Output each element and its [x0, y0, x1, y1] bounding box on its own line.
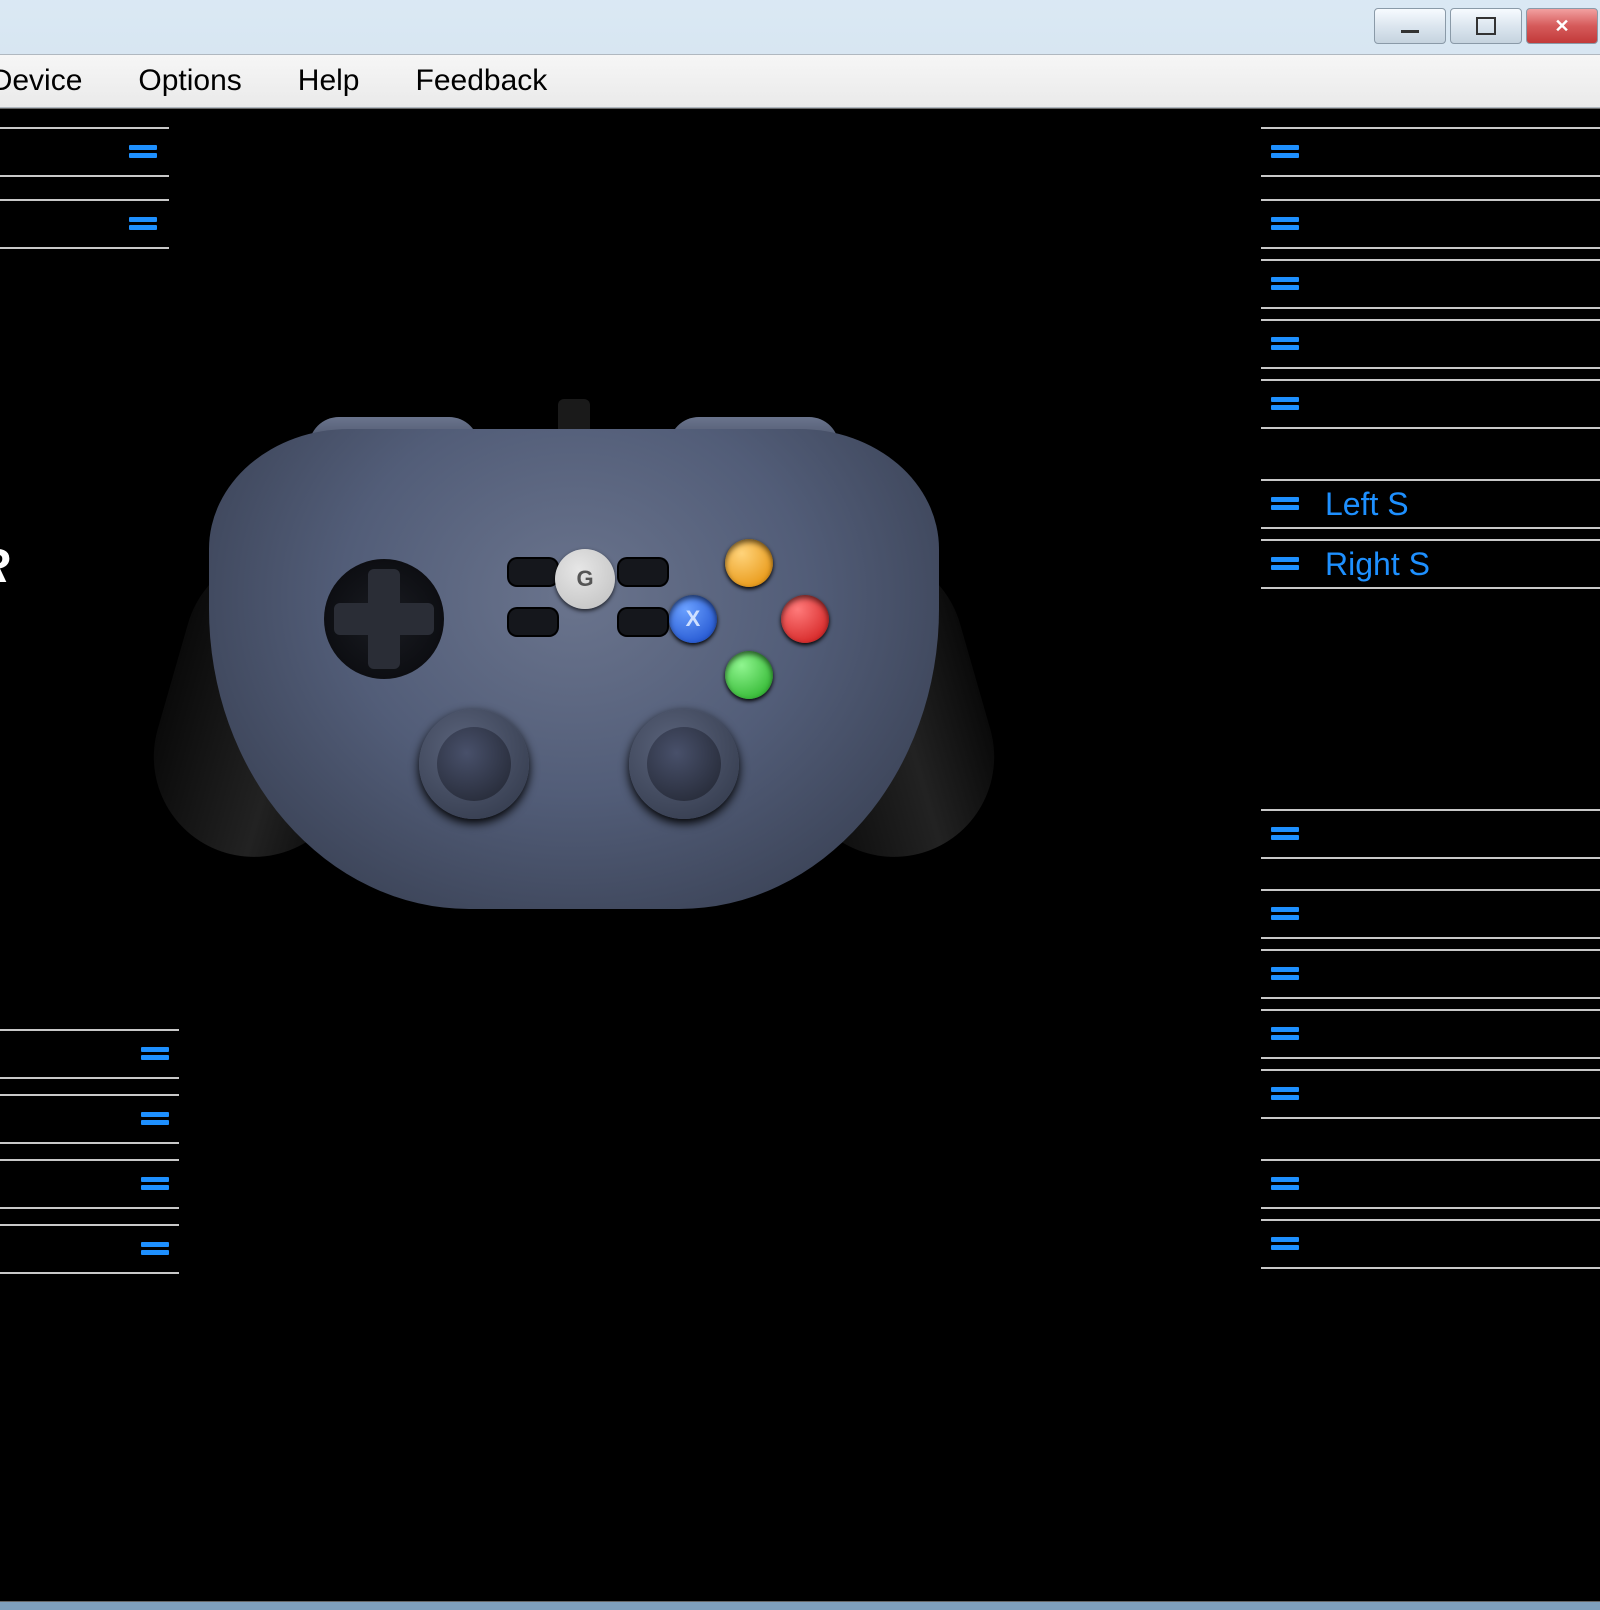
marker-icon [141, 1242, 169, 1256]
marker-icon [1271, 967, 1299, 981]
gamepad-a-button [725, 651, 773, 699]
client-area: Device Game Left S Right S X-Axis Y-Axis… [0, 108, 1600, 1602]
marker-icon [1271, 337, 1299, 351]
right-b-row-4[interactable] [1261, 1009, 1600, 1059]
marker-icon [1271, 1087, 1299, 1101]
window-controls [1374, 8, 1598, 44]
right-row-left-shoulder[interactable]: Left S [1261, 479, 1600, 529]
marker-icon [1271, 397, 1299, 411]
titlebar: Profiler [0, 0, 1600, 54]
right-shoulder-label: Right S [1305, 546, 1430, 583]
menu-feedback[interactable]: Feedback [402, 60, 562, 102]
gamepad-back-button [509, 559, 557, 585]
axis-row-right-x[interactable]: X-Axis [0, 1159, 179, 1209]
select-device-row[interactable]: Device [0, 127, 169, 177]
app-window: Profiler Edit Device Options Help Feedba… [0, 0, 1600, 1610]
menu-device[interactable]: Device [0, 60, 96, 102]
gamepad-left-stick [419, 709, 529, 819]
marker-icon [141, 1177, 169, 1191]
marker-icon [1271, 827, 1299, 841]
gamepad-face-buttons: X [669, 539, 829, 699]
marker-icon [1271, 145, 1299, 159]
marker-icon [1271, 1237, 1299, 1251]
gamepad-vibration-button [619, 609, 667, 635]
marker-icon [1271, 217, 1299, 231]
gamepad-home-button: G [555, 549, 615, 609]
marker-icon [1271, 1027, 1299, 1041]
marker-icon [1271, 497, 1299, 511]
profiler-word: FILER [0, 539, 179, 594]
right-b-row-2[interactable] [1261, 889, 1600, 939]
right-b-row-7[interactable] [1261, 1219, 1600, 1269]
gamepad-x-button: X [669, 595, 717, 643]
dropdown-icon [129, 145, 157, 159]
right-row-5[interactable] [1261, 379, 1600, 429]
gamepad-b-button [781, 595, 829, 643]
right-row-1[interactable] [1261, 127, 1600, 177]
dropdown-icon [129, 217, 157, 231]
gamepad-start-button [619, 559, 667, 585]
axis-row-left-y[interactable]: Y-Axis [0, 1094, 179, 1144]
gamepad-y-button [725, 539, 773, 587]
marker-icon [1271, 277, 1299, 291]
select-game-row[interactable]: Game [0, 199, 169, 249]
axis-row-left-x[interactable]: X-Axis [0, 1029, 179, 1079]
gamepad-image: X G [209, 429, 939, 909]
gamepad-mode-button [509, 609, 557, 635]
gamepad-right-stick [629, 709, 739, 819]
right-b-row-5[interactable] [1261, 1069, 1600, 1119]
right-b-row-1[interactable] [1261, 809, 1600, 859]
right-row-3[interactable] [1261, 259, 1600, 309]
branding-block: FILER gitech. [0, 539, 179, 772]
menubar: Edit Device Options Help Feedback [0, 54, 1600, 108]
right-b-row-3[interactable] [1261, 949, 1600, 999]
axis-row-right-y[interactable]: Y-Axis [0, 1224, 179, 1274]
menu-options[interactable]: Options [124, 60, 255, 102]
minimize-button[interactable] [1374, 8, 1446, 44]
marker-icon [1271, 907, 1299, 921]
gamepad-body [209, 429, 939, 909]
marker-icon [141, 1112, 169, 1126]
marker-icon [1271, 1177, 1299, 1191]
close-button[interactable] [1526, 8, 1598, 44]
menu-help[interactable]: Help [284, 60, 374, 102]
right-row-right-shoulder[interactable]: Right S [1261, 539, 1600, 589]
right-row-2[interactable] [1261, 199, 1600, 249]
marker-icon [141, 1047, 169, 1061]
right-b-row-6[interactable] [1261, 1159, 1600, 1209]
gamepad-dpad [324, 559, 444, 679]
right-row-4[interactable] [1261, 319, 1600, 369]
marker-icon [1271, 557, 1299, 571]
maximize-button[interactable] [1450, 8, 1522, 44]
left-shoulder-label: Left S [1305, 486, 1409, 523]
